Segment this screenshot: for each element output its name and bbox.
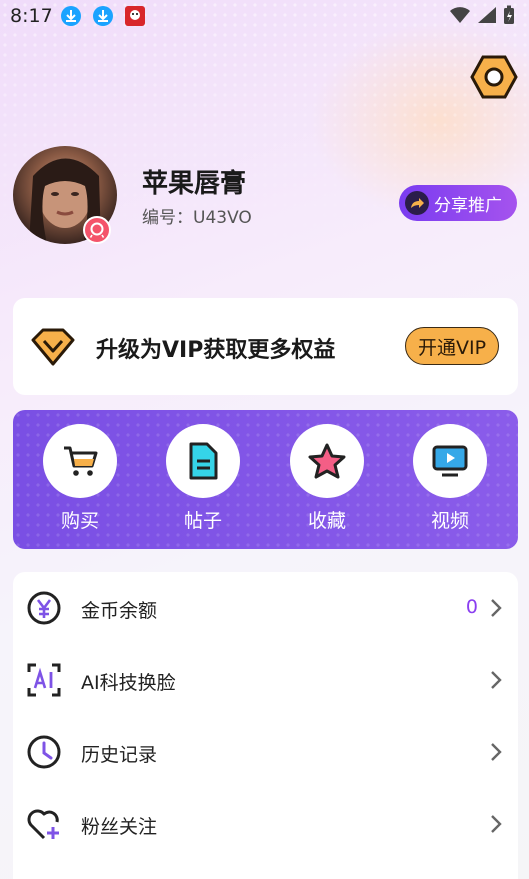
clock-icon (27, 735, 61, 769)
battery-icon (504, 5, 514, 24)
chevron-right-icon (491, 743, 502, 761)
vip-diamond-icon (31, 328, 75, 366)
quick-action-label: 帖子 (183, 510, 222, 532)
menu-item-label: 历史记录 (81, 744, 158, 766)
menu-item-coin-balance[interactable]: 金币余额 0 (13, 572, 518, 644)
app-notification-icon (125, 6, 145, 26)
quick-action-favorites[interactable]: 收藏 (289, 424, 365, 533)
quick-action-buy[interactable]: 购买 (42, 424, 118, 533)
chevron-right-icon (491, 815, 502, 833)
menu-item-fans-following[interactable]: 粉丝关注 (13, 788, 518, 860)
profile-id: 编号：U43VO (142, 208, 252, 228)
profile-name: 苹果唇膏 (142, 169, 247, 199)
share-promotion-button[interactable]: 分享推广 (399, 185, 517, 221)
signal-icon (478, 7, 496, 23)
heart-badge-icon (89, 222, 105, 238)
quick-action-posts[interactable]: 帖子 (165, 424, 241, 533)
tv-icon (432, 445, 468, 477)
live-badge (83, 216, 111, 244)
chevron-right-icon (491, 671, 502, 689)
chevron-right-icon (491, 599, 502, 617)
quick-action-label: 购买 (60, 510, 99, 532)
settings-icon[interactable] (470, 54, 518, 100)
vip-card[interactable]: 升级为VIP获取更多权益 开通VIP (13, 298, 518, 395)
share-icon (405, 191, 429, 215)
download-icon (61, 6, 81, 26)
quick-actions-panel: 购买 帖子 收藏 视频 (13, 410, 518, 549)
status-time: 8:17 (10, 5, 53, 27)
menu-item-ai-faceswap[interactable]: AI科技换脸 (13, 644, 518, 716)
status-bar: 8:17 (0, 0, 529, 32)
wifi-icon (450, 7, 470, 23)
star-icon (308, 443, 346, 479)
vip-title: 升级为VIP获取更多权益 (96, 338, 336, 363)
coin-icon (27, 591, 61, 625)
heart-plus-icon (27, 809, 59, 840)
quick-action-videos[interactable]: 视频 (412, 424, 488, 533)
cart-icon (64, 446, 98, 476)
menu-item-label: AI科技换脸 (81, 672, 176, 694)
open-vip-button[interactable]: 开通VIP (405, 327, 499, 365)
menu-item-history[interactable]: 历史记录 (13, 716, 518, 788)
coin-balance-value: 0 (465, 596, 478, 618)
download-icon (93, 6, 113, 26)
menu-item-label: 金币余额 (81, 600, 158, 622)
quick-action-label: 视频 (430, 510, 469, 532)
menu-list: 金币余额 0 AI科技换脸 历史记录 粉丝关注 (13, 572, 518, 879)
menu-item-label: 粉丝关注 (81, 816, 158, 838)
quick-action-label: 收藏 (307, 510, 346, 532)
document-icon (189, 442, 218, 480)
share-label: 分享推广 (434, 195, 502, 216)
ai-icon (27, 663, 61, 697)
